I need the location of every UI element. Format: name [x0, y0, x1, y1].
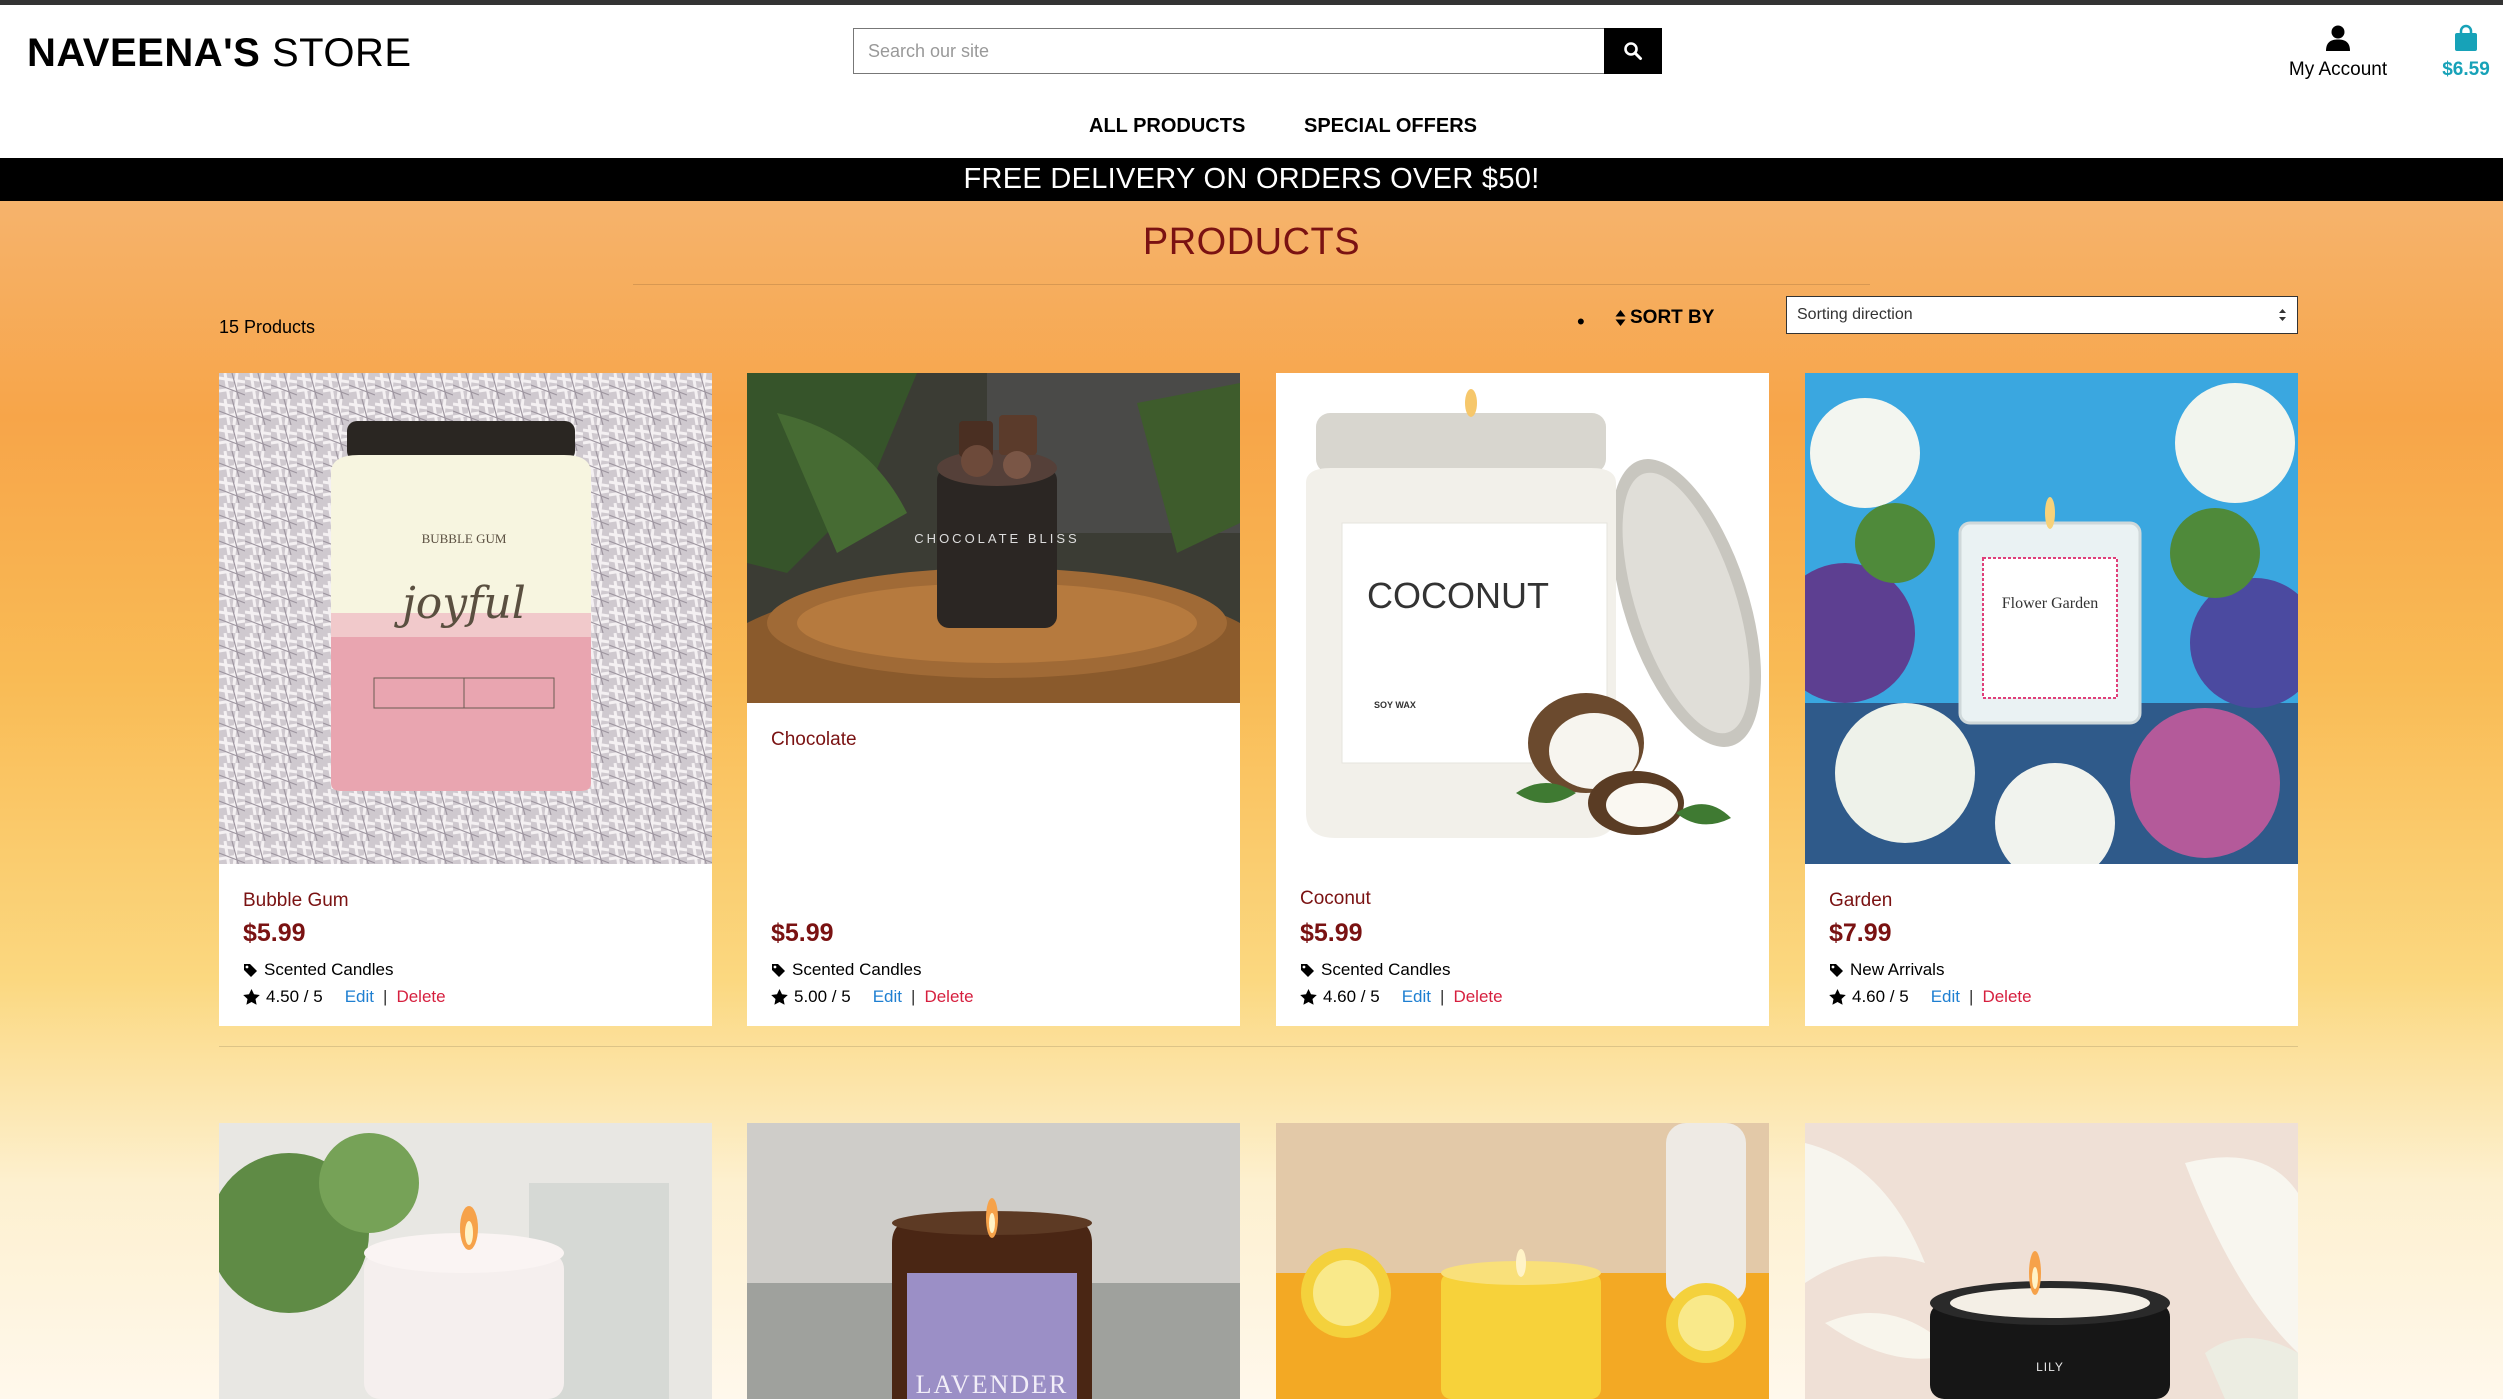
product-category-label: Scented Candles [264, 960, 394, 979]
edit-link[interactable]: Edit [873, 987, 902, 1007]
sort-by-label: SORT BY [1615, 307, 1714, 329]
jar-label-text: CHOCOLATE BLISS [914, 531, 1079, 546]
delivery-banner: FREE DELIVERY ON ORDERS OVER $50! [0, 158, 2503, 201]
product-card: LAVENDER [747, 1123, 1240, 1399]
jar-label-text: LAVENDER [916, 1370, 1069, 1399]
product-card: COCONUT SOY WAX Coconut $5.99 Scented Ca… [1276, 373, 1769, 1026]
product-category-label: New Arrivals [1850, 960, 1945, 979]
jar-script-text: joyful [393, 578, 526, 629]
product-rating: 4.60 / 5 Edit | Delete [1300, 987, 1503, 1007]
product-count: 15 Products [219, 317, 316, 337]
link-separator: | [1440, 987, 1445, 1006]
shopping-bag-link[interactable]: $6.59 [2428, 23, 2503, 81]
my-account-label: My Account [2288, 59, 2388, 80]
product-image[interactable]: LAVENDER [747, 1123, 1240, 1399]
product-rating-value: 4.50 / 5 [266, 987, 323, 1006]
product-image-chocolate[interactable]: CHOCOLATE BLISS [747, 373, 1240, 703]
edit-link[interactable]: Edit [345, 987, 374, 1007]
link-separator: | [1969, 987, 1974, 1006]
product-card: LILY [1805, 1123, 2298, 1399]
product-rating: 4.60 / 5 Edit | Delete [1829, 987, 2032, 1007]
tag-icon [1830, 963, 1843, 977]
product-category[interactable]: Scented Candles [243, 960, 393, 980]
star-icon [1300, 989, 1317, 1005]
product-price: $7.99 [1829, 919, 1892, 947]
product-card [219, 1123, 712, 1399]
products-page: PRODUCTS 15 Products • SORT BY Sorting d… [0, 201, 2503, 1399]
search-button[interactable] [1604, 28, 1662, 74]
product-rating-value: 4.60 / 5 [1323, 987, 1380, 1006]
delete-link[interactable]: Delete [396, 987, 445, 1007]
star-icon [1829, 989, 1846, 1005]
tag-icon [1301, 963, 1314, 977]
page-title: PRODUCTS [1142, 221, 1361, 263]
product-category[interactable]: Scented Candles [771, 960, 921, 980]
jar-label-text: BUBBLE GUM [422, 531, 507, 546]
sort-icon [1615, 310, 1626, 326]
product-rating-value: 4.60 / 5 [1852, 987, 1909, 1006]
product-image-bubble-gum[interactable]: BUBBLE GUM joyful [219, 373, 712, 864]
sort-select-value: Sorting direction [1797, 306, 1913, 323]
product-price: $5.99 [243, 919, 306, 947]
jar-label-text: COCONUT [1367, 575, 1549, 616]
product-card: BUBBLE GUM joyful Bubble Gum $5.99 Scent… [219, 373, 712, 1026]
product-image-coconut[interactable]: COCONUT SOY WAX [1276, 373, 1769, 863]
edit-link[interactable]: Edit [1931, 987, 1960, 1007]
brand-name-light: STORE [271, 31, 412, 75]
product-image[interactable] [219, 1123, 712, 1399]
product-image[interactable] [1276, 1123, 1769, 1399]
row-divider [219, 1046, 2298, 1047]
title-divider [633, 284, 1870, 285]
product-card: CHOCOLATE BLISS Chocolate $5.99 Scented … [747, 373, 1240, 1026]
site-header: NAVEENA'S STORE My Account $6.59 ALL PRO… [0, 5, 2503, 158]
user-icon [2326, 25, 2350, 51]
product-price: $5.99 [771, 919, 834, 947]
tag-icon [244, 963, 257, 977]
product-category[interactable]: New Arrivals [1829, 960, 1944, 980]
my-account-link[interactable]: My Account [2275, 23, 2401, 81]
sort-select[interactable]: Sorting direction [1786, 296, 2298, 334]
product-category-label: Scented Candles [792, 960, 922, 979]
product-image-garden[interactable]: Flower Garden [1805, 373, 2298, 864]
tag-icon [772, 963, 785, 977]
nav-all-products[interactable]: ALL PRODUCTS [1089, 115, 1245, 138]
star-icon [243, 989, 260, 1005]
search-input[interactable] [853, 28, 1611, 74]
brand-logo[interactable]: NAVEENA'S STORE [27, 31, 412, 76]
product-card [1276, 1123, 1769, 1399]
link-separator: | [911, 987, 916, 1006]
delete-link[interactable]: Delete [924, 987, 973, 1007]
product-name[interactable]: Chocolate [771, 729, 857, 751]
product-card: Flower Garden Garden $7.99 New Arrivals … [1805, 373, 2298, 1026]
jar-label-text: Flower Garden [2002, 595, 2098, 612]
product-name[interactable]: Bubble Gum [243, 890, 349, 912]
nav-special-offers[interactable]: SPECIAL OFFERS [1304, 115, 1477, 138]
product-name[interactable]: Coconut [1300, 888, 1371, 910]
product-rating: 5.00 / 5 Edit | Delete [771, 987, 974, 1007]
main-nav: ALL PRODUCTS SPECIAL OFFERS [0, 115, 2503, 145]
jar-sub-text: SOY WAX [1374, 700, 1416, 710]
product-rating-value: 5.00 / 5 [794, 987, 851, 1006]
sort-bullet: • [1577, 309, 1585, 334]
search-form [853, 28, 1662, 74]
delete-link[interactable]: Delete [1453, 987, 1502, 1007]
shopping-bag-icon [2455, 24, 2477, 51]
product-price: $5.99 [1300, 919, 1363, 947]
select-arrows-icon [2279, 309, 2286, 321]
delete-link[interactable]: Delete [1982, 987, 2031, 1007]
link-separator: | [383, 987, 388, 1006]
search-icon [1624, 42, 1642, 60]
product-name[interactable]: Garden [1829, 890, 1892, 912]
product-category[interactable]: Scented Candles [1300, 960, 1450, 980]
jar-label-text: LILY [2036, 1360, 2064, 1374]
product-category-label: Scented Candles [1321, 960, 1451, 979]
edit-link[interactable]: Edit [1402, 987, 1431, 1007]
brand-name-bold: NAVEENA'S [27, 31, 261, 75]
sort-by-text: SORT BY [1630, 307, 1715, 328]
product-rating: 4.50 / 5 Edit | Delete [243, 987, 446, 1007]
star-icon [771, 989, 788, 1005]
bag-total: $6.59 [2442, 59, 2490, 80]
product-image[interactable]: LILY [1805, 1123, 2298, 1399]
